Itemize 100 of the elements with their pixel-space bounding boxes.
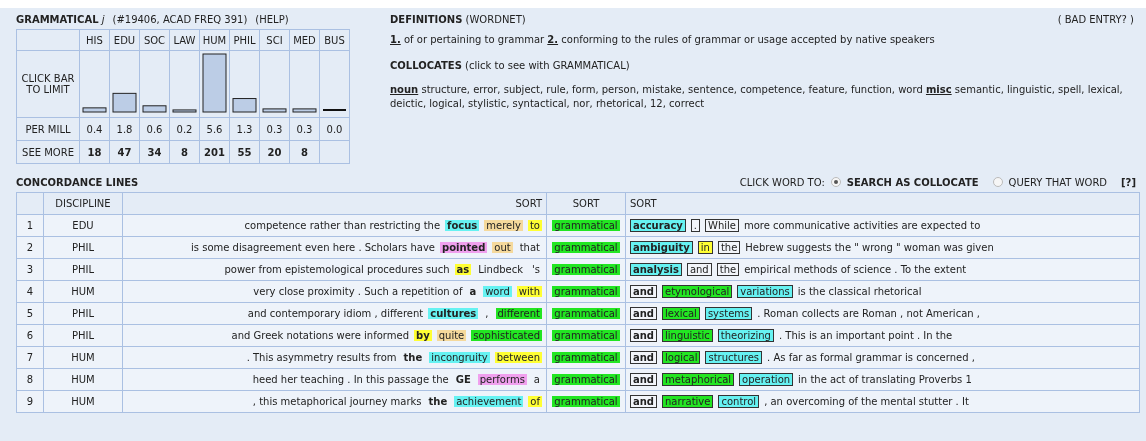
highlighted-word[interactable]: metaphorical [662,373,735,386]
highlighted-word[interactable]: ambiguity [630,241,693,254]
keyword-highlight[interactable]: grammatical [552,374,620,385]
word[interactable]: a [531,374,542,385]
word[interactable]: GE [453,374,473,385]
value-label: 5.6 [200,118,229,140]
highlighted-word[interactable]: merely [484,220,523,231]
highlighted-word[interactable]: operation [739,373,794,386]
highlighted-word[interactable]: performs [477,374,527,385]
word[interactable]: a [467,286,479,297]
bad-entry-link[interactable]: ( BAD ENTRY? ) [1057,14,1134,25]
keyword-highlight[interactable]: grammatical [552,352,620,363]
highlighted-word[interactable]: quite [436,330,467,341]
highlighted-word[interactable]: different [495,308,542,319]
highlighted-word[interactable]: achievement [454,396,524,407]
bar[interactable] [232,98,257,113]
keyword-highlight[interactable]: grammatical [552,330,620,341]
context-text: heed her teaching . In this passage the [252,374,449,385]
bar[interactable] [142,105,167,113]
highlighted-word[interactable]: with [516,286,542,297]
sort-link[interactable]: SORT [122,192,547,215]
help-link[interactable]: (HELP) [255,14,289,25]
count-link[interactable]: 18 [80,141,109,163]
keyword-highlight[interactable]: grammatical [552,242,620,253]
count-link[interactable]: 34 [140,141,169,163]
count-link[interactable]: 201 [200,141,229,163]
word[interactable]: and [686,263,712,276]
highlighted-word[interactable]: word [483,286,512,297]
word[interactable]: the [716,263,740,276]
word[interactable]: the [717,241,741,254]
keyword-highlight[interactable]: grammatical [552,396,620,407]
count-link[interactable]: 8 [170,141,199,163]
keyword-highlight[interactable]: grammatical [552,264,620,275]
count-link[interactable]: 20 [260,141,289,163]
help-link[interactable]: [?] [1121,176,1136,188]
count-link[interactable]: 55 [230,141,259,163]
highlighted-word[interactable]: etymological [662,285,733,298]
radio-button[interactable] [992,177,1003,187]
highlighted-word[interactable]: pointed [440,242,488,253]
highlighted-word[interactable]: systems [704,307,753,320]
highlighted-word[interactable]: in [697,241,713,254]
sort-link[interactable]: SORT [625,192,1140,215]
highlighted-word[interactable]: accuracy [630,219,686,232]
highlighted-word[interactable]: incongruity [429,352,490,363]
definition-number-link[interactable]: 2. [547,34,559,45]
word[interactable]: , [483,308,491,319]
value-label: 0.4 [80,118,109,140]
radio-button[interactable] [830,177,841,187]
sort-link[interactable]: SORT [546,192,626,215]
section-header: EDU [110,30,139,50]
radio-label[interactable]: QUERY THAT WORD [1008,176,1108,188]
word[interactable]: the [426,396,450,407]
count-link[interactable]: 8 [290,141,319,163]
highlighted-word[interactable]: linguistic [662,329,713,342]
highlighted-word[interactable]: as [454,264,472,275]
word[interactable]: and [630,373,658,386]
word[interactable]: . [690,219,701,232]
highlighted-word[interactable]: analysis [630,263,682,276]
context-text: is some disagreement even here . Scholars have [191,242,435,253]
highlighted-word[interactable]: by [414,330,432,341]
bar[interactable] [292,108,317,113]
keyword-highlight[interactable]: grammatical [552,286,620,297]
highlighted-word[interactable]: variations [737,285,793,298]
word[interactable]: While [705,219,739,232]
collocates-text: noun structure, error, subject, rule, form, person, mistake, sentence, competence, feature, function, word misc semantic, linguistic, spell, lexical, deictic, logical, stylistic, syntactical, nor, rhetorical, 12, correct [390,83,1124,111]
word[interactable]: and [630,329,658,342]
keyword-highlight[interactable]: grammatical [552,220,620,231]
highlighted-word[interactable]: cultures [428,308,479,319]
count-link[interactable]: 47 [110,141,139,163]
word[interactable]: the [401,352,425,363]
part-of-speech-link[interactable]: misc [925,84,952,95]
part-of-speech-link[interactable]: noun [390,84,419,95]
bar[interactable] [112,92,137,113]
keyword-highlight[interactable]: grammatical [552,308,620,319]
context-text: . This is an important point . In the [778,330,953,341]
word[interactable]: 's [530,264,542,275]
highlighted-word[interactable]: sophisticated [471,330,542,341]
highlighted-word[interactable]: between [494,352,542,363]
context-text: , this metaphorical journey marks [252,396,422,407]
bar[interactable] [262,108,287,113]
word[interactable]: and [630,285,658,298]
highlighted-word[interactable]: lexical [662,307,700,320]
word[interactable]: and [630,351,658,364]
highlighted-word[interactable]: out [492,242,513,253]
context-text: . Roman collects are Roman , not American , [757,308,980,319]
radio-label[interactable]: SEARCH AS COLLOCATE [846,176,979,188]
highlighted-word[interactable]: control [718,395,760,408]
word[interactable]: that [517,242,542,253]
bar[interactable] [82,107,107,113]
highlighted-word[interactable]: structures [705,351,763,364]
word[interactable]: and [630,307,658,320]
highlighted-word[interactable]: theorizing [717,329,774,342]
highlighted-word[interactable]: to [527,220,542,231]
word[interactable]: and [630,395,658,408]
word[interactable]: Lindbeck [476,264,526,275]
highlighted-word[interactable]: logical [662,351,701,364]
highlighted-word[interactable]: focus [445,220,480,231]
definition-number-link[interactable]: 1. [390,34,401,45]
highlighted-word[interactable]: of [528,396,542,407]
highlighted-word[interactable]: narrative [662,395,714,408]
